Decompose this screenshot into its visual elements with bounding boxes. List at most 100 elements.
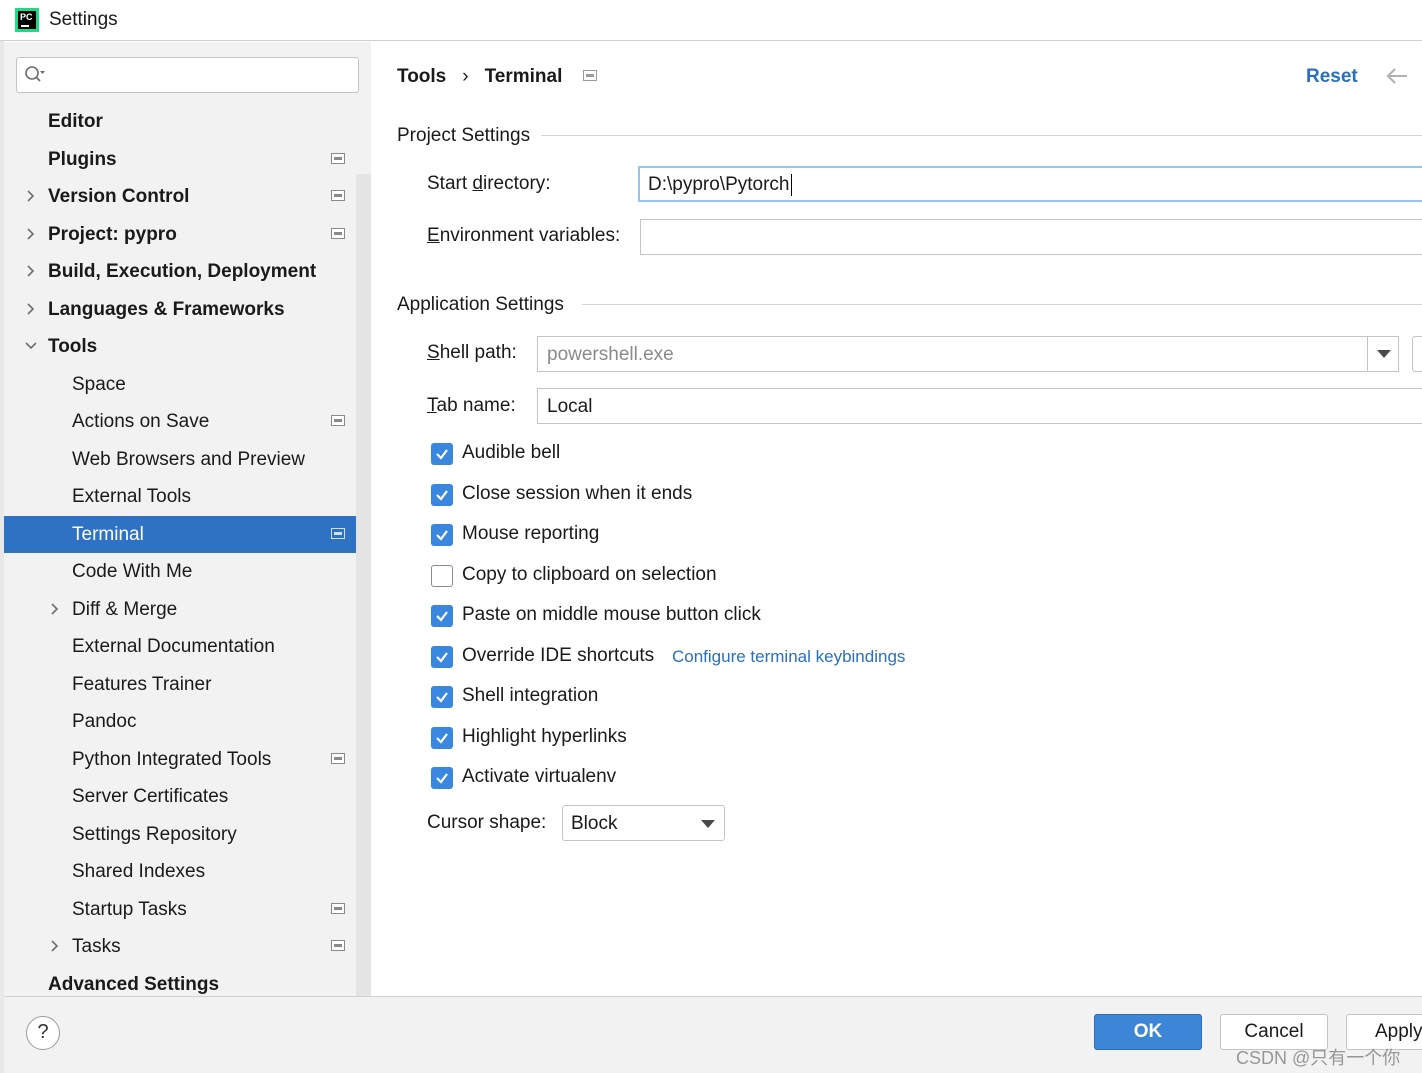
section-divider — [582, 304, 1422, 305]
sidebar-item-startup-tasks[interactable]: Startup Tasks — [4, 891, 371, 928]
checkmark-icon — [436, 732, 448, 744]
checkmark-icon — [436, 489, 448, 501]
shell-path-input[interactable]: powershell.exe — [537, 336, 1399, 372]
chevron-right-icon[interactable] — [23, 263, 39, 279]
sidebar-item-plugins[interactable]: Plugins — [4, 141, 371, 178]
breadcrumb: Tools › Terminal — [397, 66, 562, 88]
project-level-icon — [331, 227, 345, 239]
sidebar-item-space[interactable]: Space — [4, 366, 371, 403]
sidebar-item-pandoc[interactable]: Pandoc — [4, 703, 371, 740]
checkbox-label[interactable]: Override IDE shortcuts — [462, 645, 654, 667]
checkmark-icon — [436, 530, 448, 541]
sidebar-item-label: Editor — [48, 111, 103, 132]
checkbox-shell-integration[interactable] — [431, 686, 453, 708]
sidebar-item-project-pypro[interactable]: Project: pypro — [4, 216, 371, 253]
checkbox-paste-on-middle-mouse-button-click[interactable] — [431, 605, 453, 627]
shell-path-label: Shell path: — [427, 342, 517, 363]
checkbox-highlight-hyperlinks[interactable] — [431, 726, 453, 749]
sidebar-item-label: External Documentation — [72, 636, 275, 657]
breadcrumb-terminal: Terminal — [484, 66, 563, 87]
settings-content: Tools › Terminal Reset Project Settings St… — [371, 42, 1422, 996]
chevron-right-icon[interactable] — [47, 601, 63, 617]
chevron-right-icon[interactable] — [23, 226, 39, 242]
chevron-right-icon[interactable] — [47, 938, 63, 954]
sidebar-item-features-trainer[interactable]: Features Trainer — [4, 666, 371, 703]
back-arrow-icon[interactable] — [1385, 66, 1409, 86]
start-directory-label: Start directory: — [427, 173, 551, 194]
breadcrumb-tools[interactable]: Tools — [397, 66, 446, 87]
sidebar-item-tasks[interactable]: Tasks — [4, 928, 371, 965]
sidebar-item-label: Tools — [48, 336, 98, 357]
sidebar-item-settings-repository[interactable]: Settings Repository — [4, 816, 371, 853]
sidebar-scrollbar[interactable] — [356, 174, 371, 996]
checkbox-label[interactable]: Copy to clipboard on selection — [462, 564, 717, 586]
chevron-right-icon[interactable] — [23, 188, 39, 204]
environment-variables-label: Environment variables: — [427, 225, 621, 246]
checkbox-activate-virtualenv[interactable] — [431, 767, 453, 789]
search-icon — [25, 66, 45, 82]
project-level-icon — [331, 527, 345, 539]
checkmark-icon — [436, 611, 448, 622]
sidebar-item-label: Python Integrated Tools — [72, 748, 272, 770]
checkbox-label[interactable]: Shell integration — [462, 685, 598, 707]
sidebar-item-terminal[interactable]: Terminal — [4, 515, 371, 553]
environment-variables-input[interactable] — [640, 219, 1422, 255]
sidebar-item-code-with-me[interactable]: Code With Me — [4, 553, 371, 590]
sidebar-item-external-tools[interactable]: External Tools — [4, 478, 371, 515]
sidebar-item-actions-on-save[interactable]: Actions on Save — [4, 403, 371, 440]
sidebar-item-tools[interactable]: Tools — [4, 328, 371, 365]
shell-path-browse-button[interactable] — [1412, 336, 1422, 372]
chevron-right-icon[interactable] — [23, 301, 39, 317]
checkbox-audible-bell[interactable] — [431, 443, 453, 465]
chevron-down-icon[interactable] — [23, 338, 39, 354]
checkbox-mouse-reporting[interactable] — [431, 524, 453, 546]
sidebar-item-server-certificates[interactable]: Server Certificates — [4, 778, 371, 815]
sidebar-item-label: Server Certificates — [72, 786, 229, 807]
configure-keybindings-link[interactable]: Configure terminal keybindings — [672, 647, 905, 667]
help-button[interactable]: ? — [26, 1016, 60, 1050]
checkbox-override-ide-shortcuts[interactable] — [431, 645, 453, 668]
sidebar-item-label: Advanced Settings — [48, 973, 220, 995]
sidebar-item-label: Build, Execution, Deployment — [48, 261, 317, 282]
sidebar-item-python-integrated-tools[interactable]: Python Integrated Tools — [4, 741, 371, 778]
tab-name-input[interactable]: Local — [537, 388, 1422, 424]
checkbox-label[interactable]: Activate virtualenv — [462, 766, 616, 788]
reset-link[interactable]: Reset — [1306, 66, 1358, 88]
sidebar-item-external-documentation[interactable]: External Documentation — [4, 628, 371, 665]
sidebar-item-version-control[interactable]: Version Control — [4, 178, 371, 215]
sidebar-item-label: Startup Tasks — [72, 898, 187, 920]
settings-search[interactable] — [16, 57, 359, 93]
project-level-icon — [583, 70, 597, 81]
sidebar-item-web-browsers-and-preview[interactable]: Web Browsers and Preview — [4, 441, 371, 478]
sidebar-item-label: Pandoc — [72, 711, 137, 732]
checkbox-close-session-when-it-ends[interactable] — [431, 483, 453, 506]
sidebar-item-languages-frameworks[interactable]: Languages & Frameworks — [4, 291, 371, 328]
checkbox-label[interactable]: Close session when it ends — [462, 483, 692, 505]
sidebar-item-shared-indexes[interactable]: Shared Indexes — [4, 853, 371, 890]
ok-button[interactable]: OK — [1094, 1014, 1202, 1050]
checkmark-icon — [436, 773, 448, 784]
application-settings-title: Application Settings — [397, 294, 564, 315]
title-bar: PC Settings — [0, 0, 1422, 41]
tab-name-label: Tab name: — [427, 395, 516, 416]
sidebar-item-label: Web Browsers and Preview — [72, 448, 306, 470]
start-directory-input[interactable]: D:\pypro\Pytorch — [638, 166, 1422, 202]
sidebar-item-build-execution-deployment[interactable]: Build, Execution, Deployment — [4, 253, 371, 290]
sidebar-item-label: Tasks — [72, 936, 121, 957]
checkbox-label[interactable]: Highlight hyperlinks — [462, 726, 627, 748]
cursor-shape-select[interactable]: Block — [562, 805, 725, 841]
checkmark-icon — [436, 651, 448, 663]
checkbox-label[interactable]: Paste on middle mouse button click — [462, 604, 761, 626]
sidebar-item-label: Space — [72, 373, 126, 395]
window-title: Settings — [49, 9, 118, 30]
settings-sidebar: Editor Plugins Version Control Project: pyp… — [4, 42, 371, 996]
checkbox-copy-to-clipboard-on-selection[interactable] — [431, 564, 453, 587]
checkbox-label[interactable]: Audible bell — [462, 442, 560, 464]
settings-search-input[interactable] — [51, 62, 351, 88]
checkbox-label[interactable]: Mouse reporting — [462, 523, 599, 545]
sidebar-item-editor[interactable]: Editor — [4, 103, 371, 140]
shell-path-dropdown-button[interactable] — [1367, 336, 1399, 372]
chevron-down-icon — [701, 820, 715, 828]
sidebar-item-diff-merge[interactable]: Diff & Merge — [4, 591, 371, 628]
dialog-footer: ? OK Cancel Apply CSDN @只有一个你 — [4, 996, 1422, 1073]
